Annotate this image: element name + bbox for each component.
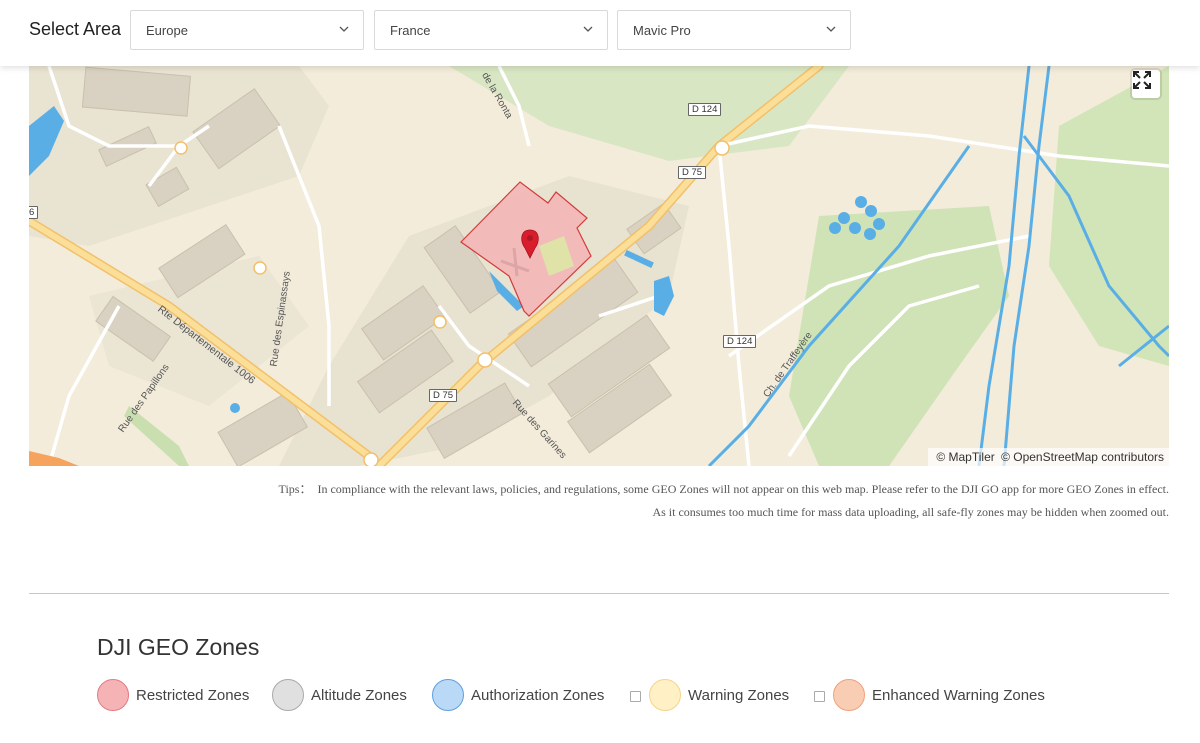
chevron-down-icon [583, 26, 593, 32]
map-tips: Tips： In compliance with the relevant law… [29, 478, 1169, 524]
chevron-down-icon [339, 26, 349, 32]
map-attribution: © MapTiler © OpenStreetMap contributors [928, 448, 1169, 466]
legend-label: Altitude Zones [311, 686, 407, 704]
legend-label: Authorization Zones [471, 686, 605, 704]
restricted-zone-swatch [97, 679, 129, 711]
road-number-badge: 6 [29, 206, 39, 219]
maptiler-attribution-link[interactable]: © MapTiler [936, 450, 994, 464]
road-number-badge: D 124 [688, 103, 722, 116]
legend-item-warning: Warning Zones [630, 679, 789, 711]
tips-line-1: Tips： In compliance with the relevant law… [29, 478, 1169, 501]
legend-title: DJI GEO Zones [97, 634, 260, 660]
map-tiles [29, 66, 1169, 466]
region-dropdown-value: Europe [146, 23, 188, 38]
legend-item-enhanced-warning: Enhanced Warning Zones [814, 679, 1045, 711]
road-number-badge: D 75 [429, 389, 458, 402]
warning-zones-checkbox[interactable] [630, 691, 641, 702]
country-dropdown[interactable]: France [374, 10, 608, 50]
fullscreen-icon [1133, 71, 1151, 89]
legend-item-altitude: Altitude Zones [272, 679, 407, 711]
legend-item-authorization: Authorization Zones [432, 679, 604, 711]
warning-zone-swatch [649, 679, 681, 711]
tips-text-1: In compliance with the relevant laws, po… [317, 482, 1169, 496]
tips-label: Tips： [278, 482, 312, 496]
aircraft-dropdown-value: Mavic Pro [633, 23, 691, 38]
road-number-badge: D 124 [723, 335, 757, 348]
enhanced-warning-zone-swatch [833, 679, 865, 711]
legend-item-restricted: Restricted Zones [97, 679, 249, 711]
legend-label: Restricted Zones [136, 686, 250, 704]
enhanced-warning-zones-checkbox[interactable] [814, 691, 825, 702]
fullscreen-button[interactable] [1132, 70, 1160, 98]
region-dropdown[interactable]: Europe [130, 10, 364, 50]
chevron-down-icon [826, 26, 836, 32]
tips-text-2: As it consumes too much time for mass da… [652, 505, 1169, 519]
country-dropdown-value: France [390, 23, 431, 38]
osm-attribution-link[interactable]: © OpenStreetMap contributors [1001, 450, 1164, 464]
geo-zone-map[interactable]: de la Ronta D 124 D 75 6 Rte Département… [29, 66, 1169, 466]
area-selector-bar: Select Area Europe France Mavic Pro [0, 0, 1200, 66]
select-area-label: Select Area [29, 19, 122, 39]
authorization-zone-swatch [432, 679, 464, 711]
legend-label: Warning Zones [688, 686, 790, 704]
section-divider [29, 593, 1169, 594]
aircraft-dropdown[interactable]: Mavic Pro [617, 10, 851, 50]
altitude-zone-swatch [272, 679, 304, 711]
zone-legend: Restricted Zones Altitude Zones Authoriz… [97, 679, 1097, 713]
legend-label: Enhanced Warning Zones [872, 686, 1045, 704]
road-number-badge: D 75 [678, 166, 707, 179]
